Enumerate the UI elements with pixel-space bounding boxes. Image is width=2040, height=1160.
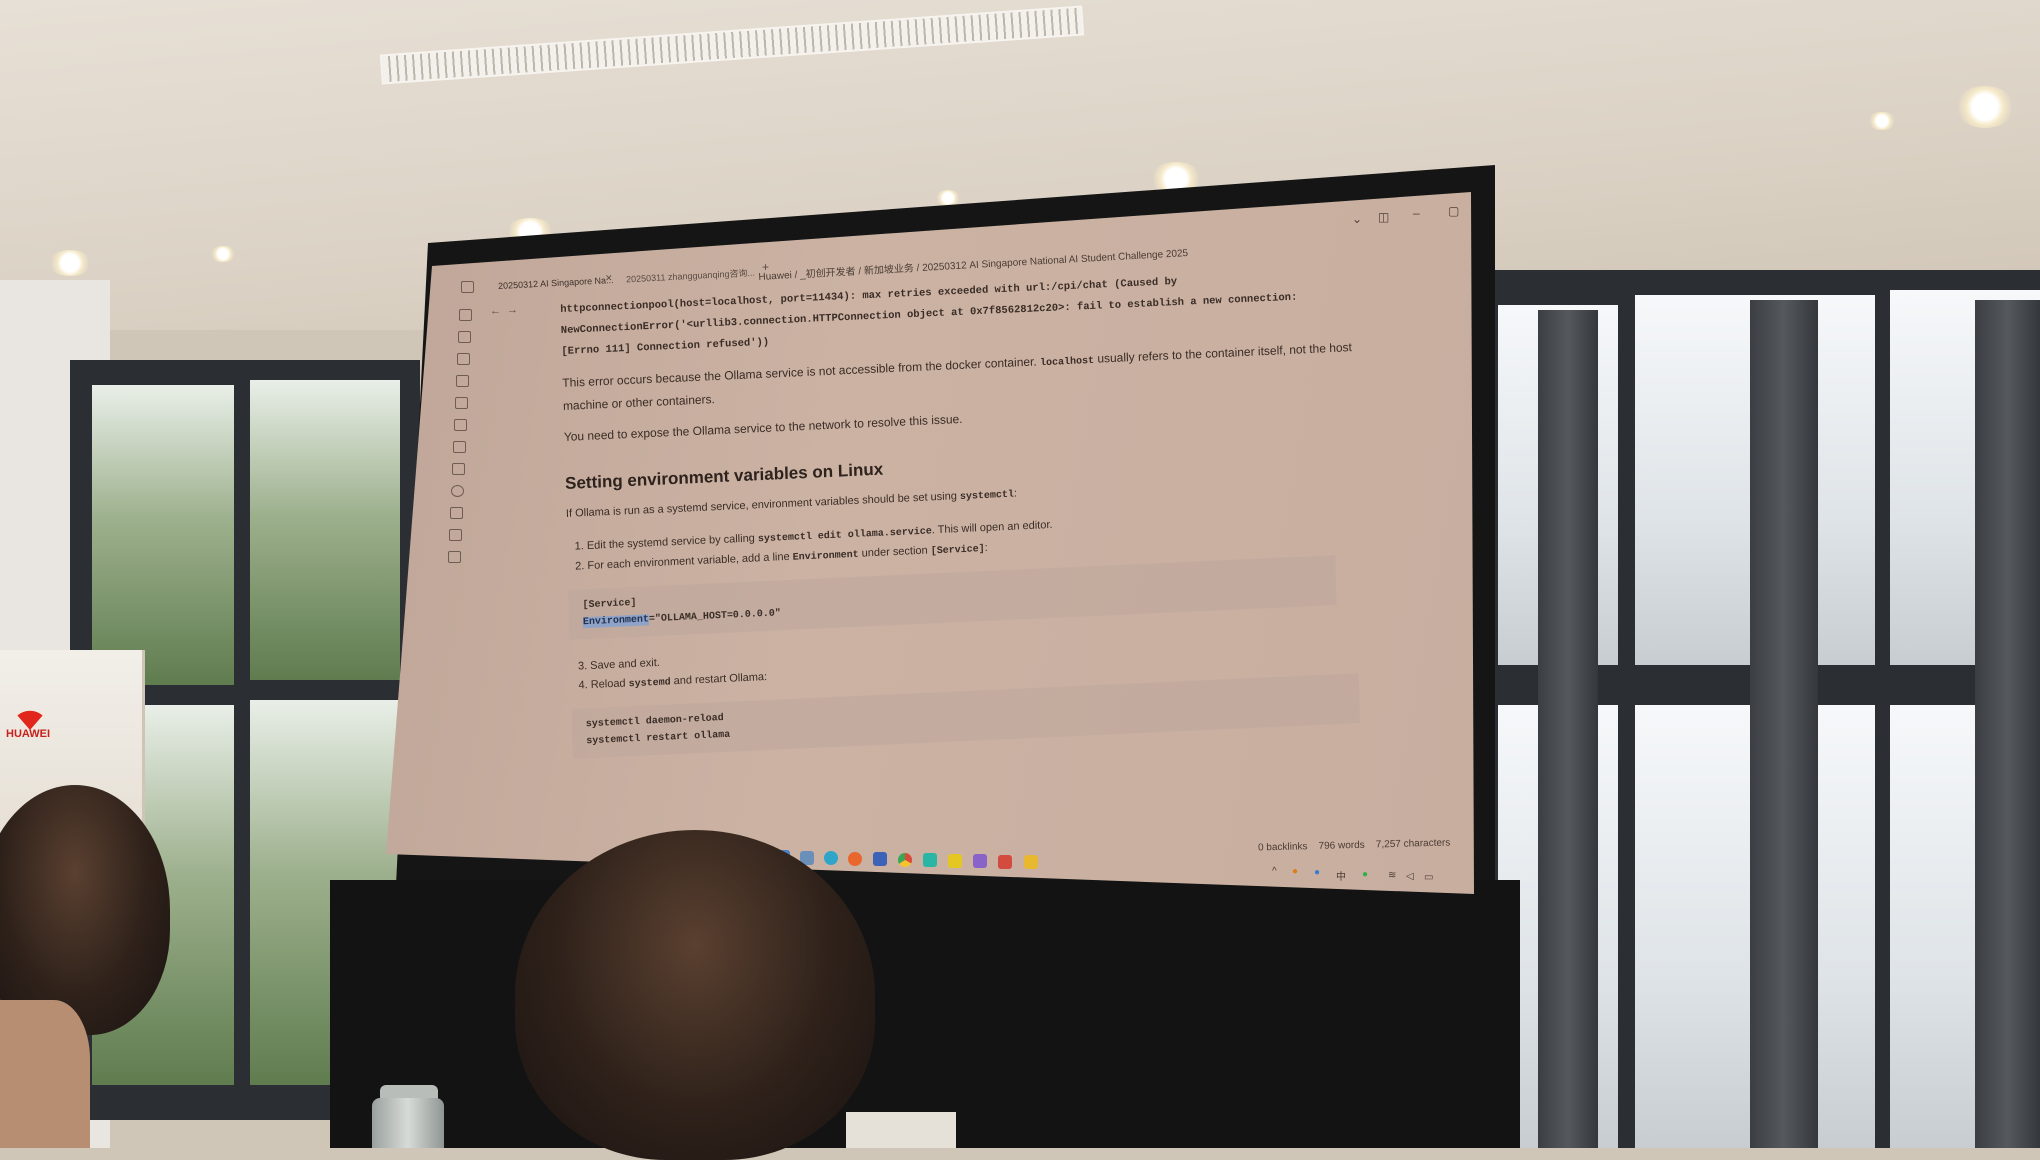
chrome-icon[interactable] — [898, 853, 912, 867]
paragraph-text: : — [1013, 487, 1018, 500]
open-switcher-icon[interactable] — [459, 309, 472, 321]
inline-code: systemctl — [959, 489, 1015, 504]
building-pillar — [1975, 300, 2040, 1148]
back-arrow-icon[interactable]: ← — [490, 305, 501, 317]
window-pane — [92, 385, 234, 685]
copy-icon[interactable] — [454, 419, 467, 431]
template-icon[interactable] — [453, 441, 466, 453]
maximize-icon[interactable]: ▢ — [1448, 204, 1459, 218]
graph-view-icon[interactable] — [458, 331, 471, 343]
note-content: httpconnectionpool(host=localhost, port=… — [560, 264, 1372, 759]
wifi-icon[interactable]: ≋ — [1388, 870, 1396, 881]
sticky-notes-icon[interactable] — [948, 854, 962, 868]
list-text: : — [984, 541, 988, 554]
inline-code: systemd — [628, 677, 671, 691]
building-pillar — [1750, 300, 1818, 1148]
edge-browser-icon[interactable] — [824, 851, 838, 865]
list-text: Reload — [590, 677, 626, 691]
ceiling-light — [935, 190, 961, 206]
tray-app-icon[interactable]: ● — [1292, 866, 1298, 877]
inline-code: Environment — [792, 549, 859, 564]
chevron-down-icon[interactable]: ⌄ — [1352, 212, 1362, 226]
taskbar-app-icon[interactable] — [998, 855, 1012, 869]
command-palette-icon[interactable] — [455, 397, 468, 409]
file-explorer-icon[interactable] — [1024, 855, 1038, 869]
sidebar-toggle-icon[interactable]: ◫ — [1378, 210, 1389, 224]
word-count: 796 words — [1318, 839, 1365, 852]
ceiling-light — [210, 246, 236, 262]
list-text: under section — [861, 544, 928, 560]
window-pane — [250, 380, 400, 680]
search-icon[interactable] — [451, 485, 464, 497]
backlinks-count[interactable]: 0 backlinks — [1258, 841, 1308, 853]
paragraph-text: If Ollama is run as a systemd service, e… — [565, 490, 958, 520]
sidebar-toggle-icon[interactable] — [461, 281, 474, 293]
huawei-brand-text: HUAWEI — [6, 728, 50, 740]
ceiling-light — [1868, 112, 1896, 130]
forward-arrow-icon[interactable]: → — [507, 304, 518, 316]
stage-curtain — [330, 880, 1520, 1148]
chevron-up-icon[interactable]: ^ — [1272, 866, 1277, 877]
audience-face — [0, 1000, 90, 1148]
battery-icon[interactable]: ▭ — [1424, 872, 1433, 883]
calendar-icon[interactable] — [452, 463, 465, 475]
character-count: 7,257 characters — [1375, 837, 1451, 851]
water-bottle — [372, 1098, 444, 1148]
taskbar-app-icon[interactable] — [873, 852, 887, 866]
obsidian-icon[interactable] — [973, 854, 987, 868]
code-text: ="OLLAMA_HOST=0.0.0.0" — [648, 608, 782, 626]
minimize-icon[interactable]: – — [1413, 206, 1420, 220]
volume-icon[interactable]: ◁ — [1406, 871, 1414, 882]
audience-head — [515, 830, 875, 1160]
audience-shirt — [846, 1112, 956, 1148]
list-text: . This will open an editor. — [931, 518, 1053, 537]
paragraph-text: This error occurs because the Ollama ser… — [562, 354, 1037, 390]
ceiling-light — [48, 250, 92, 276]
firefox-icon[interactable] — [848, 852, 862, 866]
building-pillar — [1538, 310, 1598, 1148]
code-icon[interactable] — [449, 529, 462, 541]
inline-code: [Service] — [930, 543, 985, 558]
selected-text: Environment — [582, 614, 650, 629]
ceiling-light — [1955, 86, 2015, 128]
close-icon[interactable]: ✕ — [605, 273, 613, 284]
bookmark-icon[interactable] — [450, 507, 463, 519]
tray-app-icon[interactable]: ● — [1314, 867, 1320, 878]
list-text: and restart Ollama: — [673, 670, 768, 688]
language-icon[interactable]: 中 — [1336, 868, 1346, 883]
canvas-icon[interactable] — [457, 353, 470, 365]
daily-note-icon[interactable] — [456, 375, 469, 387]
taskbar-app-icon[interactable] — [923, 853, 937, 867]
list-text: Edit the systemd service by calling — [586, 532, 756, 553]
tray-app-icon[interactable]: ● — [1362, 869, 1368, 880]
inline-code: localhost — [1039, 355, 1095, 370]
slides-icon[interactable] — [448, 551, 461, 563]
